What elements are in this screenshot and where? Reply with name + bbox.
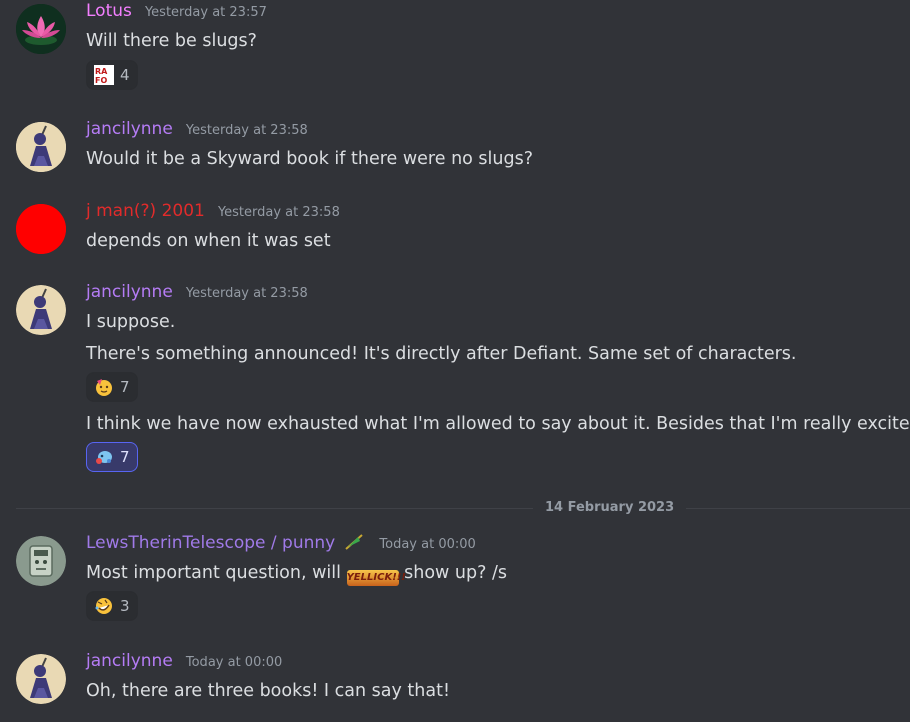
ninja-avatar-icon <box>16 285 66 335</box>
timestamp[interactable]: Today at 00:00 <box>186 655 282 670</box>
yellick-emoji-icon[interactable]: YELLICK!!! <box>346 570 406 586</box>
avatar[interactable] <box>16 536 66 586</box>
avatar[interactable] <box>16 4 66 54</box>
svg-text:RA: RA <box>95 67 108 76</box>
message-text: I suppose. <box>86 312 176 332</box>
message-text: Most important question, will YELLICK!!!… <box>86 563 507 586</box>
username[interactable]: jancilynne <box>86 651 173 671</box>
avatar[interactable] <box>16 285 66 335</box>
svg-text:FO: FO <box>95 76 107 85</box>
message-text-part: show up? /s <box>398 563 507 583</box>
reaction-count: 4 <box>120 66 130 84</box>
custom-blue-emoji-icon <box>94 447 114 467</box>
timestamp[interactable]: Yesterday at 23:58 <box>186 286 308 301</box>
lotus-flower-icon <box>16 4 66 54</box>
reaction-count: 3 <box>120 597 130 615</box>
timestamp[interactable]: Yesterday at 23:58 <box>218 205 340 220</box>
message-text-part: Most important question, will <box>86 563 347 583</box>
reaction-button[interactable]: RA FO 4 <box>86 60 138 90</box>
username[interactable]: Lotus <box>86 1 132 21</box>
partying-face-icon <box>94 377 114 397</box>
reaction-button[interactable]: 3 <box>86 591 138 621</box>
date-divider-label: 14 February 2023 <box>533 500 687 515</box>
message-text: I think we have now exhausted what I'm a… <box>86 414 910 434</box>
username[interactable]: jancilynne <box>86 282 173 302</box>
avatar[interactable] <box>16 654 66 704</box>
rolling-laughing-icon <box>94 596 114 616</box>
message-text: Will there be slugs? <box>86 31 257 51</box>
username[interactable]: jancilynne <box>86 119 173 139</box>
timestamp[interactable]: Yesterday at 23:57 <box>145 5 267 20</box>
message-text: depends on when it was set <box>86 231 331 251</box>
timestamp[interactable]: Yesterday at 23:58 <box>186 123 308 138</box>
reaction-button[interactable]: 7 <box>86 442 138 472</box>
username[interactable]: j man(?) 2001 <box>86 201 205 221</box>
robot-avatar-icon <box>16 536 66 586</box>
reaction-count: 7 <box>120 378 130 396</box>
message-text: There's something announced! It's direct… <box>86 344 797 364</box>
timestamp[interactable]: Today at 00:00 <box>379 537 475 552</box>
role-badge-icon <box>344 533 366 551</box>
red-circle-avatar-icon <box>16 204 66 254</box>
message-text: Would it be a Skyward book if there were… <box>86 149 534 169</box>
ninja-avatar-icon <box>16 122 66 172</box>
reaction-count: 7 <box>120 448 130 466</box>
username[interactable]: LewsTherinTelescope / punny <box>86 533 335 553</box>
date-divider <box>16 508 910 509</box>
ninja-avatar-icon <box>16 654 66 704</box>
message-text: Oh, there are three books! I can say tha… <box>86 681 450 701</box>
reaction-button[interactable]: 7 <box>86 372 138 402</box>
rafo-emoji-icon: RA FO <box>94 65 114 85</box>
avatar[interactable] <box>16 122 66 172</box>
avatar[interactable] <box>16 204 66 254</box>
